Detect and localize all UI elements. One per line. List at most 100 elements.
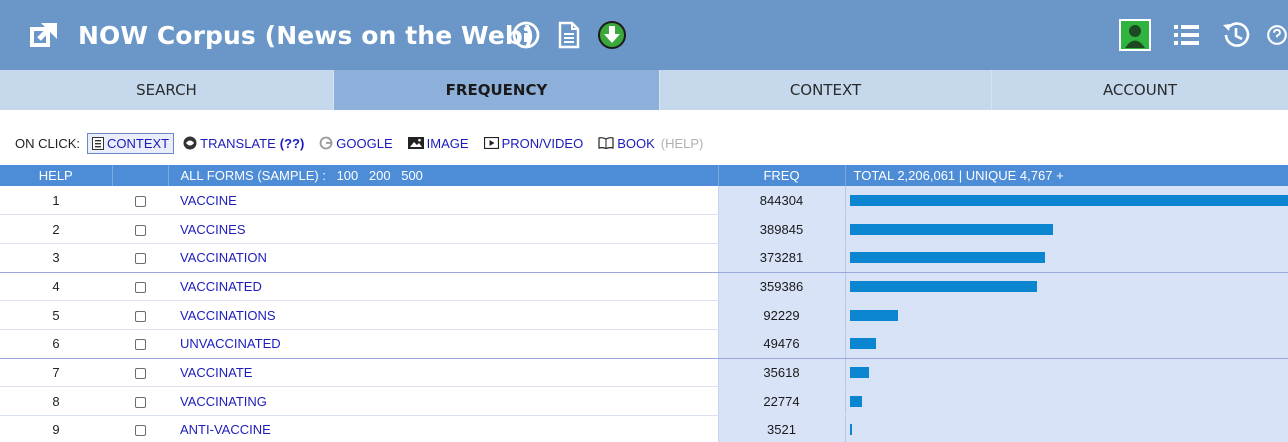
freq-value: 389845: [759, 221, 804, 237]
freq-column-header[interactable]: FREQ: [718, 165, 846, 186]
sample-500-link[interactable]: 500: [401, 168, 423, 183]
row-checkbox[interactable]: [134, 368, 146, 380]
translate-icon: [183, 136, 197, 150]
rank-cell: 5: [0, 300, 112, 330]
checkbox-column-header: [112, 165, 169, 186]
row-checkbox[interactable]: [134, 425, 146, 437]
app-header: NOW Corpus (News on the Web): [0, 0, 1288, 70]
checkbox-cell: [112, 300, 168, 330]
rank-number: 3: [52, 250, 60, 266]
on-click-help-link[interactable]: (HELP): [661, 136, 704, 151]
checkbox-cell: [112, 186, 168, 216]
word-link[interactable]: VACCINE: [180, 193, 237, 208]
on-click-image-option[interactable]: IMAGE: [407, 135, 469, 151]
row-checkbox[interactable]: [134, 224, 146, 236]
word-cell: ANTI-VACCINE: [168, 415, 718, 442]
document-icon[interactable]: [554, 0, 584, 70]
frequency-bar: [849, 309, 898, 321]
external-link-icon[interactable]: [26, 0, 62, 70]
word-link[interactable]: UNVACCINATED: [180, 336, 281, 351]
download-icon[interactable]: [596, 0, 628, 70]
frequency-bar: [849, 194, 1288, 206]
info-icon[interactable]: [510, 0, 542, 70]
help-icon[interactable]: [1266, 0, 1288, 70]
word-link[interactable]: VACCINATIONS: [180, 308, 276, 323]
help-column-header[interactable]: HELP: [0, 165, 113, 186]
translate-help-mark[interactable]: (??): [280, 136, 305, 151]
rank-number: 2: [52, 221, 60, 237]
rank-number: 5: [52, 307, 60, 323]
tab-account-label: ACCOUNT: [1102, 81, 1178, 99]
table-row: 9 ANTI-VACCINE 3521: [0, 415, 1288, 442]
word-link[interactable]: VACCINATING: [180, 394, 267, 409]
row-checkbox[interactable]: [134, 396, 146, 408]
checkbox-cell: [112, 358, 168, 388]
on-click-translate-option[interactable]: TRANSLATE (??): [183, 136, 304, 151]
rank-number: 4: [52, 278, 60, 294]
list-icon[interactable]: [1170, 0, 1204, 70]
freq-value: 359386: [759, 278, 804, 294]
freq-cell: 22774: [717, 386, 845, 416]
all-forms-label: ALL FORMS (SAMPLE) :: [180, 168, 326, 183]
table-row: 8 VACCINATING 22774: [0, 386, 1288, 416]
frequency-bar: [849, 252, 1045, 264]
row-checkbox[interactable]: [134, 281, 146, 293]
row-checkbox[interactable]: [134, 195, 146, 207]
freq-cell: 359386: [717, 272, 845, 302]
word-link[interactable]: VACCINATION: [180, 250, 267, 265]
rank-cell: 2: [0, 214, 112, 244]
user-icon[interactable]: [1117, 0, 1153, 70]
row-checkbox[interactable]: [134, 253, 146, 265]
tab-frequency-label: FREQUENCY: [445, 81, 548, 99]
on-click-book-option[interactable]: BOOK: [598, 136, 655, 151]
total-unique-header[interactable]: TOTAL 2,206,061 | UNIQUE 4,767 +: [845, 165, 1288, 186]
total-unique-label: TOTAL 2,206,061 | UNIQUE 4,767 +: [853, 168, 1064, 183]
word-cell: VACCINATION: [168, 243, 718, 273]
book-option-label: BOOK: [617, 135, 655, 151]
freq-cell: 92229: [717, 300, 845, 330]
sample-200-link[interactable]: 200: [369, 168, 391, 183]
word-cell: UNVACCINATED: [168, 329, 718, 359]
word-cell: VACCINE: [168, 186, 718, 216]
freq-value: 373281: [759, 250, 804, 266]
tab-account[interactable]: ACCOUNT: [992, 70, 1288, 110]
tab-frequency[interactable]: FREQUENCY: [334, 70, 660, 110]
sample-100-link[interactable]: 100: [337, 168, 359, 183]
freq-cell: 373281: [717, 243, 845, 273]
tab-search-label: SEARCH: [136, 81, 197, 99]
bar-cell: [844, 300, 1288, 330]
rank-number: 6: [52, 336, 60, 352]
rank-cell: 1: [0, 186, 112, 216]
freq-cell: 389845: [717, 214, 845, 244]
table-header-row: HELP ALL FORMS (SAMPLE) : 100 200 500 FR…: [0, 165, 1288, 186]
tab-context[interactable]: CONTEXT: [660, 70, 992, 110]
tab-search[interactable]: SEARCH: [0, 70, 334, 110]
on-click-context-option[interactable]: CONTEXT: [87, 132, 175, 154]
checkbox-cell: [112, 214, 168, 244]
freq-value: 3521: [767, 422, 796, 438]
history-icon[interactable]: [1219, 0, 1253, 70]
word-link[interactable]: ANTI-VACCINE: [180, 422, 271, 437]
rank-number: 8: [52, 393, 60, 409]
on-click-pron-video-option[interactable]: PRON/VIDEO: [483, 136, 583, 151]
table-row: 6 UNVACCINATED 49476: [0, 329, 1288, 359]
frequency-bar: [849, 395, 862, 407]
context-icon: [92, 136, 105, 150]
word-link[interactable]: VACCINATED: [180, 279, 262, 294]
row-checkbox[interactable]: [134, 339, 146, 351]
all-forms-column-header: ALL FORMS (SAMPLE) : 100 200 500: [168, 165, 719, 186]
context-option-label: CONTEXT: [107, 135, 170, 151]
image-option-label: IMAGE: [426, 135, 469, 151]
bar-cell: [844, 329, 1288, 359]
checkbox-cell: [112, 415, 168, 442]
word-cell: VACCINATIONS: [168, 300, 718, 330]
bar-cell: [844, 243, 1288, 273]
word-link[interactable]: VACCINATE: [180, 365, 252, 380]
on-click-google-option[interactable]: GOOGLE: [319, 136, 393, 151]
word-cell: VACCINATING: [168, 386, 718, 416]
on-click-options: ON CLICK: CONTEXT TRANSLATE (??) GOOGLE …: [15, 128, 703, 158]
word-link[interactable]: VACCINES: [180, 222, 246, 237]
row-checkbox[interactable]: [134, 310, 146, 322]
frequency-bar: [849, 338, 876, 350]
rank-number: 9: [52, 422, 60, 438]
